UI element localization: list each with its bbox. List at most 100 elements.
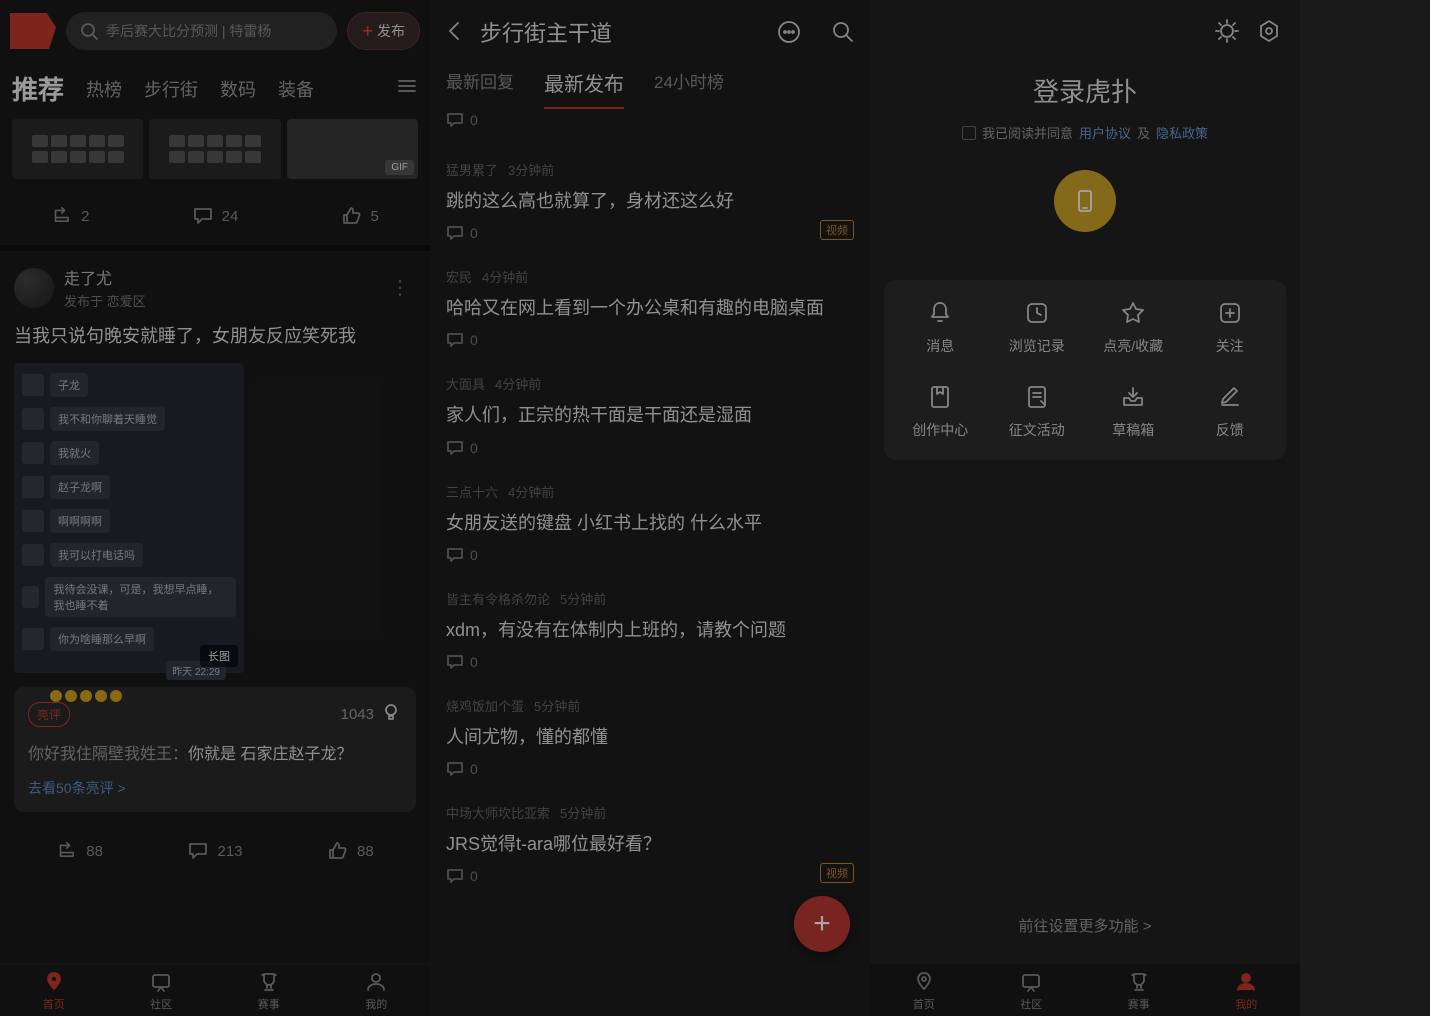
nav-community[interactable]: 社区 xyxy=(1019,970,1043,1012)
share-button[interactable]: 2 xyxy=(51,205,89,227)
tab-street[interactable]: 步行街 xyxy=(144,76,198,102)
thread-item[interactable]: 宏民4分钟前哈哈又在网上看到一个办公桌和有趣的电脑桌面0 xyxy=(446,251,854,358)
tab-digital[interactable]: 数码 xyxy=(220,76,256,102)
thread-title: 女朋友送的键盘 小红书上找的 什么水平 xyxy=(446,511,854,536)
bell-icon xyxy=(927,300,953,326)
comment-button[interactable]: 24 xyxy=(192,205,239,227)
home-icon xyxy=(42,970,66,994)
thread-item[interactable]: 烧鸡饭加个蛋5分钟前人间尤物，懂的都懂0 xyxy=(446,680,854,787)
like-button[interactable]: 5 xyxy=(341,205,379,227)
share-count: 88 xyxy=(86,843,103,860)
grid-follow[interactable]: 关注 xyxy=(1182,300,1279,356)
thread-comments: 0 xyxy=(446,331,854,349)
phone-icon xyxy=(1072,188,1098,214)
more-settings-link[interactable]: 前往设置更多功能 > xyxy=(870,915,1300,936)
chat-icon[interactable] xyxy=(776,19,802,45)
thread-meta: 烧鸡饭加个蛋5分钟前 xyxy=(446,696,854,715)
user-agreement-link[interactable]: 用户协议 xyxy=(1079,123,1131,142)
nav-home[interactable]: 首页 xyxy=(42,970,66,1012)
more-icon[interactable]: ⋮ xyxy=(384,275,416,300)
thumbnail[interactable]: GIF xyxy=(287,119,418,179)
forum-top-bar: 步行街主干道 xyxy=(430,0,870,64)
comment-icon xyxy=(446,546,464,564)
tab-latest-post[interactable]: 最新发布 xyxy=(544,68,624,109)
chevron-left-icon xyxy=(444,19,466,41)
search-input[interactable]: 季后赛大比分预测 | 特雷杨 xyxy=(66,12,337,50)
thread-item[interactable]: 猛男累了3分钟前跳的这么高也就算了，身材还这么好0视频 xyxy=(446,144,854,251)
post-image[interactable]: 子龙 我不和你聊着天睡觉 我就火 赵子龙啊 啊啊啊啊 我可以打电话吗 我待会没课… xyxy=(14,363,244,673)
login-title: 登录虎扑 xyxy=(870,72,1300,109)
post-title[interactable]: 当我只说句晚安就睡了，女朋友反应笑死我 xyxy=(14,324,416,349)
comment-count: 0 xyxy=(470,112,478,128)
privacy-policy-link[interactable]: 隐私政策 xyxy=(1156,123,1208,142)
thumbnail[interactable] xyxy=(12,119,143,179)
grid-label: 征文活动 xyxy=(1009,420,1065,440)
tab-gear[interactable]: 装备 xyxy=(278,76,314,102)
phone-login-button[interactable] xyxy=(1054,170,1116,232)
share-count: 2 xyxy=(81,208,89,225)
thread-item[interactable]: 皆主有令格杀勿论5分钟前xdm，有没有在体制内上班的，请教个问题0 xyxy=(446,573,854,680)
grid-history[interactable]: 浏览记录 xyxy=(989,300,1086,356)
thumbnail[interactable] xyxy=(149,119,280,179)
app-logo[interactable] xyxy=(10,13,56,49)
menu-icon[interactable] xyxy=(396,75,418,102)
tab-24h[interactable]: 24小时榜 xyxy=(654,68,724,109)
forum-sort-tabs: 最新回复 最新发布 24小时榜 xyxy=(430,64,870,109)
nav-community[interactable]: 社区 xyxy=(149,970,173,1012)
like-button[interactable]: 88 xyxy=(327,840,374,862)
theme-icon[interactable] xyxy=(1214,18,1240,44)
nav-label: 赛事 xyxy=(258,996,280,1012)
share-button[interactable]: 88 xyxy=(56,840,103,862)
thread-meta: 大面具4分钟前 xyxy=(446,374,854,393)
post-area: 发布于 恋爱区 xyxy=(64,291,374,310)
thread-item[interactable]: 中场大师坎比亚索5分钟前JRS觉得t-ara哪位最好看？0视频 xyxy=(446,787,854,894)
nav-label: 赛事 xyxy=(1128,996,1150,1012)
tab-latest-reply[interactable]: 最新回复 xyxy=(446,68,514,109)
bulb-icon[interactable] xyxy=(380,701,402,728)
new-post-fab[interactable]: + xyxy=(794,896,850,952)
tab-hot[interactable]: 热榜 xyxy=(86,76,122,102)
tab-recommend[interactable]: 推荐 xyxy=(12,70,64,107)
like-count: 5 xyxy=(371,208,379,225)
nav-home[interactable]: 首页 xyxy=(912,970,936,1012)
grid-drafts[interactable]: 草稿箱 xyxy=(1085,384,1182,440)
grid-messages[interactable]: 消息 xyxy=(892,300,989,356)
star-icon xyxy=(1120,300,1146,326)
thread-meta: 猛男累了3分钟前 xyxy=(446,160,854,179)
nav-mine[interactable]: 我的 xyxy=(364,970,388,1012)
publish-button[interactable]: + 发布 xyxy=(347,12,420,50)
highlight-comment[interactable]: 亮评 1043 你好我住隔壁我姓王：你就是 石家庄赵子龙？ 去看50条亮评 > xyxy=(14,687,416,812)
more-highlights-link[interactable]: 去看50条亮评 > xyxy=(28,778,126,798)
thumbs-up-icon xyxy=(341,205,363,227)
edit-icon xyxy=(1217,384,1243,410)
grid-creator[interactable]: 创作中心 xyxy=(892,384,989,440)
username[interactable]: 走了尤 xyxy=(64,265,374,289)
agreement-checkbox[interactable] xyxy=(962,126,976,140)
chat-line: 啊啊啊啊 xyxy=(50,509,110,533)
avatar[interactable] xyxy=(14,268,54,308)
nav-matches[interactable]: 赛事 xyxy=(257,970,281,1012)
thread-item[interactable]: 三点十六4分钟前女朋友送的键盘 小红书上找的 什么水平0 xyxy=(446,466,854,573)
nav-matches[interactable]: 赛事 xyxy=(1127,970,1151,1012)
grid-feedback[interactable]: 反馈 xyxy=(1182,384,1279,440)
nav-mine[interactable]: 我的 xyxy=(1234,970,1258,1012)
home-icon xyxy=(912,970,936,994)
comment-button[interactable]: 213 xyxy=(187,840,242,862)
nav-label: 社区 xyxy=(150,996,172,1012)
thread-item[interactable]: 大面具4分钟前家人们，正宗的热干面是干面还是湿面0 xyxy=(446,358,854,465)
long-image-badge: 长图 xyxy=(200,645,238,667)
thread-meta: 中场大师坎比亚索5分钟前 xyxy=(446,803,854,822)
search-icon[interactable] xyxy=(830,19,856,45)
comment-icon xyxy=(446,331,464,349)
grid-essay[interactable]: 征文活动 xyxy=(989,384,1086,440)
settings-icon[interactable] xyxy=(1256,18,1282,44)
plus-icon: + xyxy=(362,22,373,40)
grid-favorites[interactable]: 点亮/收藏 xyxy=(1085,300,1182,356)
share-icon xyxy=(56,840,78,862)
grid-label: 关注 xyxy=(1216,336,1244,356)
back-button[interactable] xyxy=(444,19,466,46)
chat-line: 赵子龙啊 xyxy=(50,475,110,499)
video-tag: 视频 xyxy=(820,863,854,883)
profile-top-icons xyxy=(870,0,1300,52)
grid-label: 浏览记录 xyxy=(1009,336,1065,356)
